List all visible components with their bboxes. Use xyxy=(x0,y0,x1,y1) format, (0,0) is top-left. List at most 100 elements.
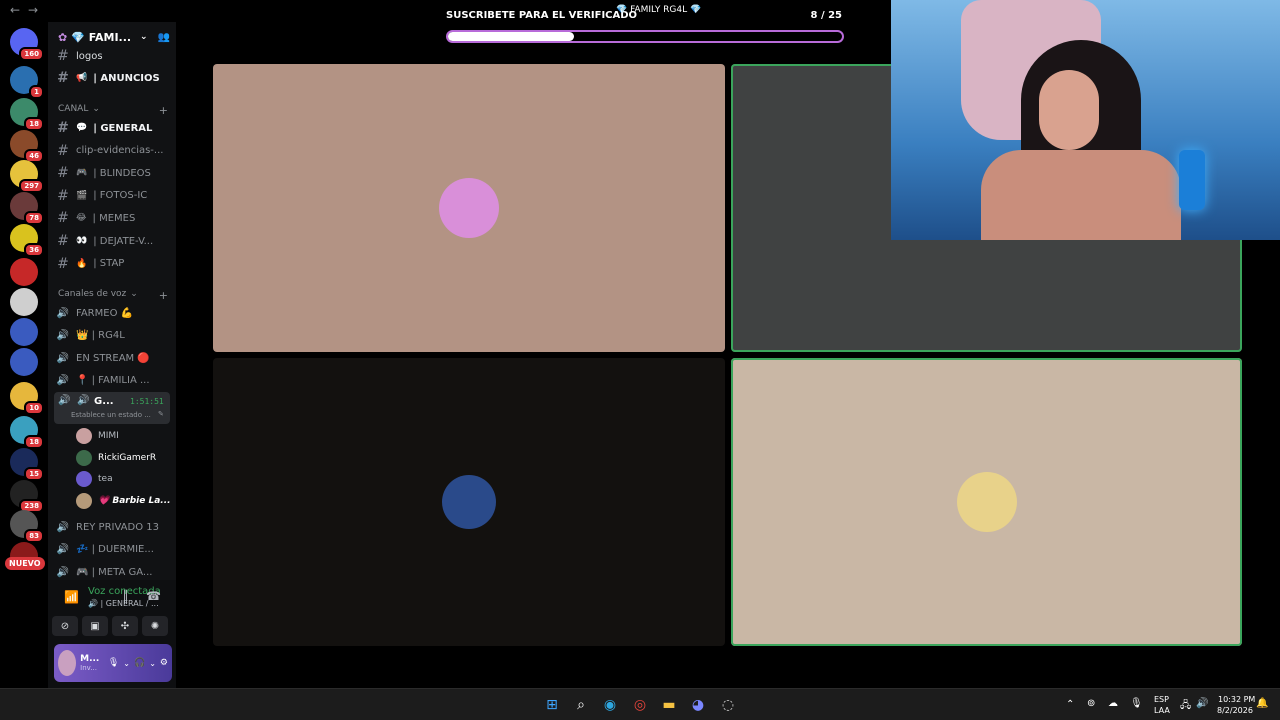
search-icon[interactable]: ⌕ xyxy=(571,695,591,715)
server-icon[interactable]: 18 xyxy=(10,416,44,449)
avatar[interactable] xyxy=(442,475,496,529)
server-icon[interactable]: 78 xyxy=(10,192,44,225)
edge-browser-icon[interactable]: ◉ xyxy=(600,695,620,715)
add-channel-icon[interactable]: + xyxy=(159,289,168,302)
channel-label: 💤 | DUERMIE... xyxy=(76,544,154,556)
active-voice-channel[interactable]: 🔊 🔊 G... 1:51:51 Establece un estado ...… xyxy=(54,392,170,424)
speaker-icon: 🔊 xyxy=(56,307,70,319)
server-icon[interactable]: 83 xyxy=(10,510,44,543)
participant-tile[interactable] xyxy=(731,358,1242,646)
server-icon[interactable]: 1 xyxy=(10,66,44,99)
avatar[interactable] xyxy=(76,492,92,509)
avatar[interactable] xyxy=(76,449,92,466)
server-icon[interactable]: 238 xyxy=(10,480,44,513)
voice-member[interactable]: tea xyxy=(76,471,113,487)
volume-icon[interactable]: 🔊 xyxy=(1196,698,1208,709)
chevron-up-icon[interactable]: ⌃ xyxy=(1066,699,1074,710)
hash-icon: # xyxy=(57,142,69,159)
server-icon[interactable]: 46 xyxy=(10,130,44,163)
server-icon[interactable]: 297 xyxy=(10,160,44,193)
voice-channel[interactable]: 🔊 💤 | DUERMIE... xyxy=(56,540,170,560)
text-channel[interactable]: # 👀 | DEJATE-V... xyxy=(56,231,170,251)
text-channel[interactable]: # 🔥 | STAP xyxy=(56,254,170,274)
camera-off-button[interactable]: ⊘ xyxy=(52,616,78,636)
voice-channel[interactable]: 🔊 REY PRIVADO 13 xyxy=(56,517,170,537)
voice-member[interactable]: 💗 Barbie La... xyxy=(76,492,171,509)
text-channel[interactable]: # 🎬 | FOTOS-IC xyxy=(56,186,170,206)
chevron-down-icon[interactable]: ⌄ xyxy=(149,659,156,668)
voice-channel[interactable]: 🔊 FARMEO 💪 xyxy=(56,303,170,323)
soundboard-button[interactable]: ✺ xyxy=(142,616,168,636)
chevron-down-icon[interactable]: ⌄ xyxy=(123,659,130,668)
server-icon[interactable] xyxy=(10,348,38,376)
avatar[interactable] xyxy=(76,428,92,444)
avatar[interactable] xyxy=(439,178,499,238)
participant-tile[interactable] xyxy=(213,358,725,646)
chrome-browser-icon[interactable]: ◎ xyxy=(630,695,650,715)
server-icon[interactable] xyxy=(10,258,38,286)
mention-badge: 160 xyxy=(19,47,44,61)
member-name: 💗 Barbie La... xyxy=(98,495,171,506)
voice-channel[interactable]: 🔊 EN STREAM 🔴 xyxy=(56,348,170,368)
obs-icon[interactable]: ◌ xyxy=(718,695,738,715)
voice-member[interactable]: MIMI xyxy=(76,428,119,444)
member-name: RickiGamerR xyxy=(98,452,157,463)
cloud-icon[interactable]: ☁ xyxy=(1108,698,1118,709)
category-canal[interactable]: CANAL ⌄ + xyxy=(58,104,168,117)
clock-date[interactable]: 8/2/2026 xyxy=(1217,706,1253,715)
microphone-icon[interactable]: 🎙 xyxy=(1130,698,1143,709)
add-channel-icon[interactable]: + xyxy=(159,104,168,117)
mention-badge: 83 xyxy=(24,529,44,543)
disconnect-icon[interactable]: ☎ xyxy=(146,589,161,603)
tray-app-icon[interactable]: ⊚ xyxy=(1087,698,1095,709)
user-status: Inv... xyxy=(80,664,97,672)
voice-member[interactable]: RickiGamerR xyxy=(76,449,157,466)
server-icon[interactable] xyxy=(10,318,38,346)
voice-channel[interactable]: 🔊 👑 | RG4L xyxy=(56,326,170,346)
voice-panel: 📶 Voz conectada 🔊 | GENERAL / ... ║ ☎ ⊘ … xyxy=(48,580,176,688)
microphone-icon[interactable]: 🎙 xyxy=(108,658,119,668)
headphones-icon[interactable]: 🎧 xyxy=(134,658,145,668)
server-rail: 160 1 18 46 297 78 36 10 18 15 238 83 NUEVO xyxy=(0,22,48,688)
forward-arrow-icon[interactable]: → xyxy=(28,3,38,17)
windows-start-icon[interactable]: ⊞ xyxy=(542,695,562,715)
noise-suppression-icon[interactable]: ║ xyxy=(122,590,129,604)
add-member-icon[interactable]: 👥 xyxy=(158,32,170,43)
edit-icon[interactable]: ✎ xyxy=(158,410,164,418)
server-icon[interactable]: 160 xyxy=(10,28,44,61)
text-channel[interactable]: # 🎮 | BLINDEOS xyxy=(56,163,170,183)
gear-icon[interactable]: ⚙ xyxy=(160,658,168,668)
channel-label: clip-evidencias-... xyxy=(76,145,164,157)
network-icon[interactable]: 🖧 xyxy=(1180,698,1191,715)
voice-status[interactable]: Establece un estado ... xyxy=(71,411,151,419)
avatar[interactable] xyxy=(76,471,92,487)
screen-share-button[interactable]: ▣ xyxy=(82,616,108,636)
file-explorer-icon[interactable]: ▬ xyxy=(659,695,679,715)
streamer-body xyxy=(981,150,1181,240)
server-icon[interactable]: 18 xyxy=(10,98,44,131)
lang-bottom[interactable]: LAA xyxy=(1154,706,1170,715)
speaker-icon: 🔊 xyxy=(56,521,70,533)
lang-top[interactable]: ESP xyxy=(1154,695,1169,704)
clock-time[interactable]: 10:32 PM xyxy=(1218,695,1255,704)
notification-icon[interactable]: 🔔 xyxy=(1256,698,1268,709)
channel-anuncios[interactable]: # 📢 | ANUNCIOS xyxy=(56,68,170,88)
text-channel[interactable]: # 💬 | GENERAL xyxy=(56,118,170,138)
avatar[interactable] xyxy=(956,472,1017,532)
text-channel[interactable]: # clip-evidencias-... xyxy=(56,141,170,161)
participant-tile[interactable] xyxy=(213,64,725,352)
new-badge[interactable]: NUEVO xyxy=(5,557,45,570)
avatar[interactable] xyxy=(58,650,77,676)
chevron-down-icon[interactable]: ⌄ xyxy=(140,32,148,42)
channel-logos[interactable]: # logos xyxy=(56,46,170,66)
text-channel[interactable]: # 😂 | MEMES xyxy=(56,208,170,228)
server-icon[interactable]: 36 xyxy=(10,224,44,257)
server-icon[interactable] xyxy=(10,288,38,316)
voice-channel[interactable]: 🔊 📍 | FAMILIA ... xyxy=(56,371,170,391)
activities-button[interactable]: ✣ xyxy=(112,616,138,636)
category-voice[interactable]: Canales de voz ⌄ + xyxy=(58,289,168,302)
server-icon[interactable]: 15 xyxy=(10,448,44,481)
discord-icon[interactable]: ◕ xyxy=(688,695,708,715)
back-arrow-icon[interactable]: ← xyxy=(10,3,20,17)
server-icon[interactable]: 10 xyxy=(10,382,44,415)
